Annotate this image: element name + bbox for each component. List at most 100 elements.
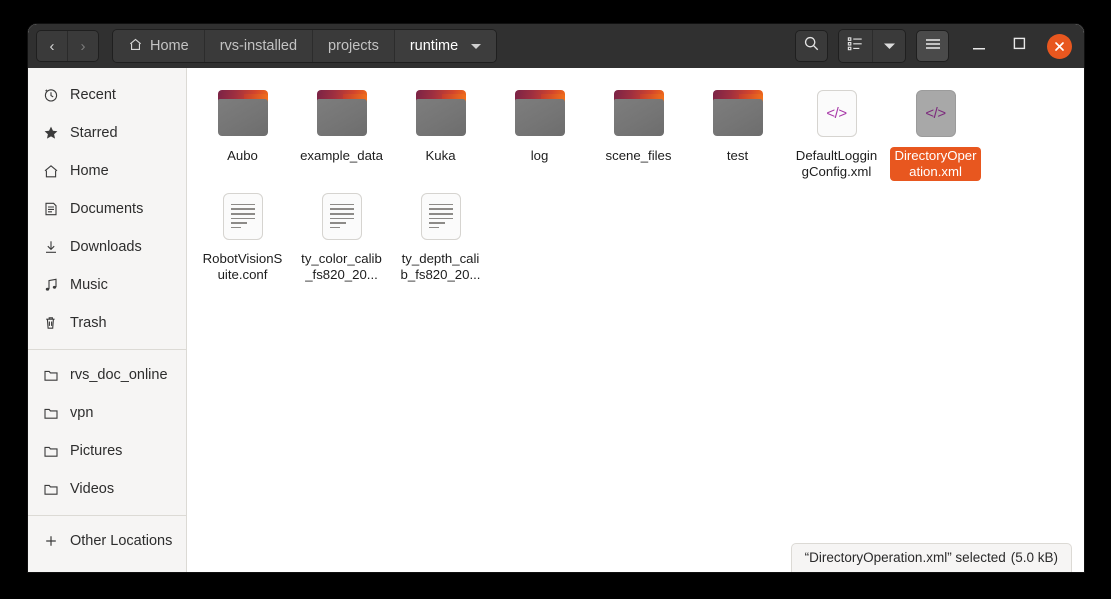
sidebar-item-documents[interactable]: Documents [28,190,186,228]
sidebar-item-home[interactable]: Home [28,152,186,190]
plus-icon [42,533,59,550]
file-item-label: test [726,148,749,163]
navigation-buttons: ‹ › [36,30,99,62]
file-item-text[interactable]: ty_color_calib_fs820_20... [292,181,391,284]
sidebar-item-label: Trash [70,315,107,331]
breadcrumb-item-home[interactable]: Home [113,30,204,62]
file-item-label: ty_depth_calib_fs820_20... [400,251,481,282]
file-item-label: scene_files [605,148,672,163]
xml-file-icon: </> [816,86,857,140]
file-item-text[interactable]: ty_depth_calib_fs820_20... [391,181,490,284]
file-item-folder[interactable]: test [688,78,787,181]
sidebar-item-pictures[interactable]: Pictures [28,432,186,470]
folder-icon [42,443,59,460]
folder-icon [712,86,763,140]
sidebar-item-label: Home [70,163,109,179]
view-list-icon [847,36,864,56]
icon-grid: Aubo example_data Kuka log scene_files t… [187,68,1084,284]
code-glyph: </> [826,104,847,122]
clock-icon [42,87,59,104]
file-item-folder[interactable]: example_data [292,78,391,181]
maximize-icon [1013,37,1026,55]
window-header: ‹ › Home rvs-installed projects runtime [28,24,1084,68]
status-bar-size: (5.0 kB) [1010,550,1058,565]
file-item-label: DirectoryOperation.xml [890,147,981,181]
sidebar-item-videos[interactable]: Videos [28,470,186,508]
file-item-label: DefaultLoggingConfig.xml [795,148,878,179]
file-item-xml-selected[interactable]: </> DirectoryOperation.xml [886,78,985,181]
sidebar-item-label: rvs_doc_online [70,367,168,383]
breadcrumb-label: runtime [409,38,459,54]
file-item-label: ty_color_calib_fs820_20... [301,251,382,282]
status-bar-text: “DirectoryOperation.xml” selected [804,550,1006,565]
file-item-folder[interactable]: Kuka [391,78,490,181]
file-item-folder[interactable]: scene_files [589,78,688,181]
sidebar-item-label: Downloads [70,239,142,255]
sidebar-item-label: Videos [70,481,115,497]
folder-icon [415,86,466,140]
view-options-button[interactable] [872,30,905,62]
close-button[interactable] [1042,29,1076,63]
breadcrumb: Home rvs-installed projects runtime [112,29,498,63]
sidebar-item-downloads[interactable]: Downloads [28,228,186,266]
file-item-xml[interactable]: </> DefaultLoggingConfig.xml [787,78,886,181]
search-icon [803,35,820,57]
sidebar-item-starred[interactable]: Starred [28,114,186,152]
music-icon [42,277,59,294]
sidebar-item-label: Documents [70,201,144,217]
main-menu-button[interactable] [916,30,949,62]
file-list-view[interactable]: Aubo example_data Kuka log scene_files t… [187,68,1084,572]
minimize-icon [972,37,986,55]
xml-file-icon: </> [915,86,956,140]
documents-icon [42,201,59,218]
folder-icon [42,481,59,498]
minimize-button[interactable] [962,29,996,63]
code-glyph: </> [925,104,946,122]
file-item-text[interactable]: RobotVisionSuite.conf [193,181,292,284]
downloads-icon [42,239,59,256]
breadcrumb-item-projects[interactable]: projects [312,30,394,62]
sidebar-item-other-locations[interactable]: Other Locations [28,522,186,560]
sidebar-item-label: Recent [70,87,116,103]
file-manager-window: ‹ › Home rvs-installed projects runtime … [28,24,1084,572]
folder-icon [217,86,268,140]
forward-button[interactable]: › [67,31,98,61]
sidebar-divider [28,349,186,350]
view-mode-group [838,29,906,63]
sidebar-item-label: Pictures [70,443,123,459]
sidebar: Recent Starred Home Documents Downloads … [28,68,187,572]
sidebar-item-label: Other Locations [70,533,173,549]
window-body: Recent Starred Home Documents Downloads … [28,68,1084,572]
breadcrumb-item-rvs-installed[interactable]: rvs-installed [203,30,313,62]
star-icon [42,125,59,142]
folder-icon [514,86,565,140]
text-file-icon [321,189,362,243]
sidebar-item-rvs-doc-online[interactable]: rvs_doc_online [28,356,186,394]
file-item-label: example_data [300,148,383,163]
close-icon [1046,33,1072,59]
breadcrumb-item-runtime[interactable]: runtime [393,30,497,62]
home-icon [42,163,59,180]
sidebar-item-music[interactable]: Music [28,266,186,304]
back-button[interactable]: ‹ [37,31,67,61]
hamburger-menu-icon [924,37,942,56]
folder-icon [613,86,664,140]
breadcrumb-label: projects [328,38,379,54]
file-item-label: Aubo [227,148,258,163]
sidebar-item-vpn[interactable]: vpn [28,394,186,432]
view-list-button[interactable] [839,30,872,62]
maximize-button[interactable] [1002,29,1036,63]
text-file-icon [222,189,263,243]
sidebar-item-label: Starred [70,125,118,141]
text-file-icon [420,189,461,243]
file-item-folder[interactable]: log [490,78,589,181]
file-item-folder[interactable]: Aubo [193,78,292,181]
chevron-down-icon[interactable] [471,43,482,49]
sidebar-item-trash[interactable]: Trash [28,304,186,342]
file-item-label: RobotVisionSuite.conf [202,251,283,282]
sidebar-item-recent[interactable]: Recent [28,76,186,114]
sidebar-item-label: Music [70,277,108,293]
file-item-label: log [530,148,549,163]
search-button[interactable] [795,30,828,62]
trash-icon [42,315,59,332]
